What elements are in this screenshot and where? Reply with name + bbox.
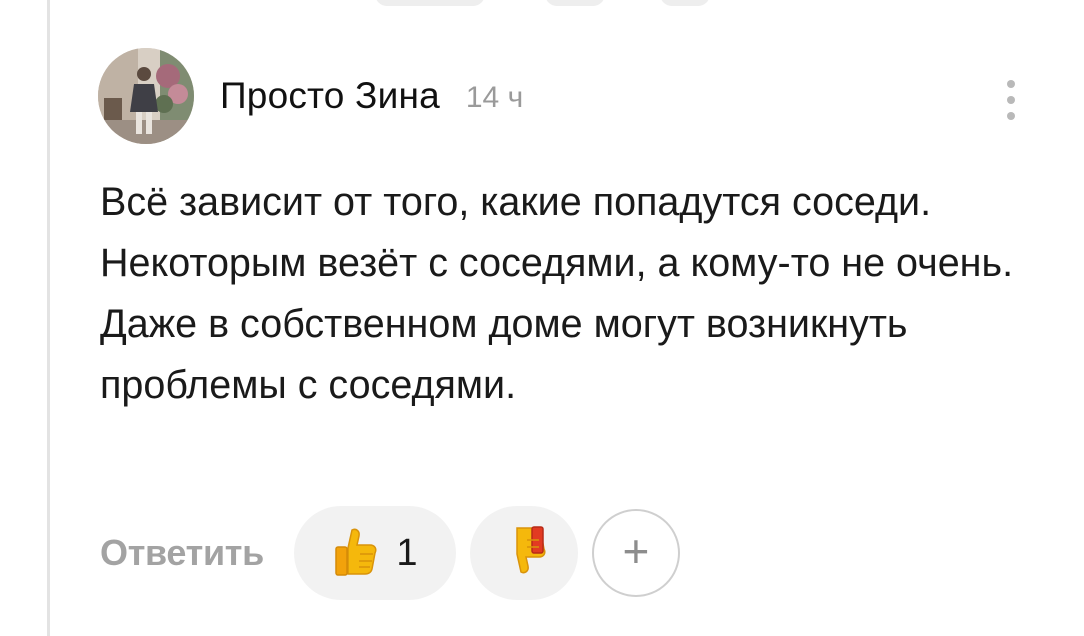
author-name[interactable]: Просто Зина [220, 75, 440, 117]
more-options-icon[interactable] [996, 72, 1026, 128]
comment-text: Всё зависит от того, какие попадутся сос… [100, 180, 1014, 407]
add-reaction-button[interactable]: + [591, 509, 680, 597]
like-count: 1 [396, 531, 418, 574]
reply-button[interactable]: Ответить [100, 532, 264, 574]
plus-icon: + [622, 525, 650, 577]
thumbs-down-icon [501, 525, 547, 581]
comment-actions: Ответить 1 + [100, 505, 680, 601]
previous-element-fragment [660, 0, 710, 6]
comment-header: Просто Зина 14 ч [98, 48, 523, 144]
comment-timestamp: 14 ч [465, 81, 524, 114]
thumbs-up-icon [332, 526, 378, 581]
thread-line [47, 0, 50, 636]
previous-element-fragment [375, 0, 485, 6]
dislike-reaction-button[interactable] [469, 506, 578, 600]
avatar[interactable] [98, 48, 194, 144]
previous-element-fragment [545, 0, 605, 6]
like-reaction-button[interactable]: 1 [293, 506, 456, 600]
